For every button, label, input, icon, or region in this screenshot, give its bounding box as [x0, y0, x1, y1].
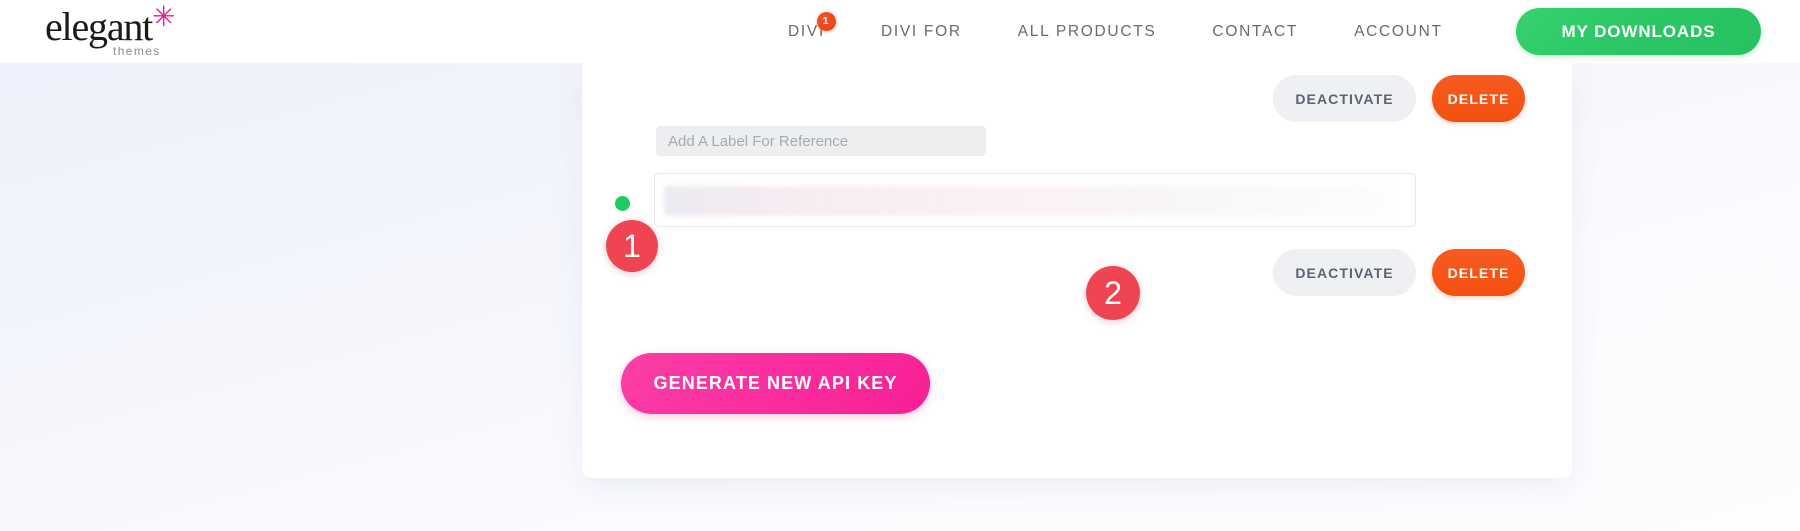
main-navigation: DIVI 1 DIVI FOR ALL PRODUCTS CONTACT ACC…: [760, 0, 1471, 63]
my-downloads-button[interactable]: MY DOWNLOADS: [1516, 8, 1761, 55]
nav-item-contact[interactable]: CONTACT: [1184, 23, 1326, 41]
status-active-dot-icon: [615, 196, 630, 211]
api-key-masked-value: [664, 186, 1394, 216]
page-body: DEACTIVATE DELETE DEACTIVATE DELETE GENE…: [0, 63, 1800, 531]
top-action-row: DEACTIVATE DELETE: [1273, 75, 1525, 122]
delete-button-bottom[interactable]: DELETE: [1432, 249, 1525, 296]
nav-item-label: CONTACT: [1212, 22, 1299, 40]
site-header: elegant ✳ themes DIVI 1 DIVI FOR ALL PRO…: [0, 0, 1800, 63]
nav-item-divi[interactable]: DIVI 1: [760, 11, 853, 41]
elegant-themes-logo[interactable]: elegant ✳ themes: [45, 0, 245, 59]
label-row: [582, 126, 1572, 174]
deactivate-button-top[interactable]: DEACTIVATE: [1273, 75, 1416, 122]
nav-item-divi-for[interactable]: DIVI FOR: [853, 23, 990, 41]
generate-new-api-key-button[interactable]: GENERATE NEW API KEY: [621, 353, 930, 414]
callout-badge-2: 2: [1086, 266, 1140, 320]
api-key-input[interactable]: [654, 173, 1416, 227]
delete-button-top[interactable]: DELETE: [1432, 75, 1525, 122]
api-keys-card: DEACTIVATE DELETE DEACTIVATE DELETE GENE…: [582, 63, 1572, 478]
logo-subtitle: themes: [113, 44, 161, 58]
nav-item-all-products[interactable]: ALL PRODUCTS: [990, 23, 1185, 41]
api-key-label-input[interactable]: [656, 126, 986, 156]
nav-item-label: DIVI FOR: [880, 22, 962, 40]
divi-notification-badge: 1: [816, 11, 836, 31]
logo-wordmark: elegant: [45, 4, 153, 49]
callout-badge-1: 1: [606, 220, 658, 272]
nav-item-label: ALL PRODUCTS: [1017, 22, 1157, 40]
asterisk-icon: ✳: [152, 0, 176, 33]
nav-item-label: ACCOUNT: [1354, 22, 1443, 40]
nav-item-account[interactable]: ACCOUNT: [1326, 23, 1471, 41]
deactivate-button-bottom[interactable]: DEACTIVATE: [1273, 249, 1416, 296]
api-key-row: [582, 173, 1572, 229]
bottom-action-row: DEACTIVATE DELETE: [1273, 249, 1525, 296]
